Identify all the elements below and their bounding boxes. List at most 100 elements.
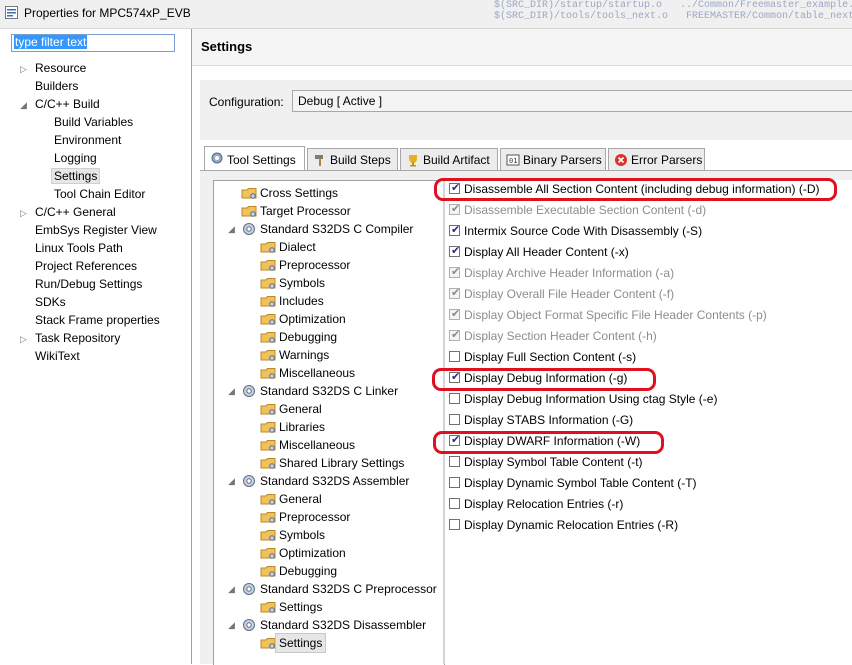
collapse-arrow-icon[interactable]: ◢ <box>228 225 236 234</box>
tool-tree-item-symbols[interactable]: Symbols <box>279 274 325 292</box>
nav-item-label: Tool Chain Editor <box>54 187 146 201</box>
nav-item-label: Project References <box>35 259 138 273</box>
tool-tree-item-cross-settings[interactable]: Cross Settings <box>260 184 338 202</box>
tool-tree-item-optimization[interactable]: Optimization <box>279 544 346 562</box>
highlight-annotation <box>434 178 837 201</box>
nav-item-c-c-general[interactable]: C/C++ General <box>35 203 116 221</box>
nav-item-label: Resource <box>35 61 87 75</box>
collapse-arrow-icon[interactable]: ◢ <box>228 387 236 396</box>
folder-gear-icon <box>260 293 276 309</box>
nav-item-build-variables[interactable]: Build Variables <box>54 113 133 131</box>
nav-item-task-repository[interactable]: Task Repository <box>35 329 120 347</box>
checkbox-checked[interactable]: ✔ <box>449 224 460 236</box>
checkbox-unchecked[interactable] <box>449 393 460 404</box>
folder-gear-icon <box>260 419 276 435</box>
tab-label: Error Parsers <box>631 153 703 167</box>
checkbox-checked[interactable]: ✔ <box>449 245 460 257</box>
tool-tree-item-debugging[interactable]: Debugging <box>279 328 337 346</box>
nav-item-embsys-register-view[interactable]: EmbSys Register View <box>35 221 157 239</box>
tool-tree-item-debugging[interactable]: Debugging <box>279 562 337 580</box>
expand-arrow-icon[interactable]: ▷ <box>20 209 28 218</box>
tab-label: Build Steps <box>330 153 391 167</box>
nav-item-label: C/C++ Build <box>35 97 100 111</box>
tool-tree-item-miscellaneous[interactable]: Miscellaneous <box>279 436 355 454</box>
tool-tree-item-target-processor[interactable]: Target Processor <box>260 202 351 220</box>
nav-item-logging[interactable]: Logging <box>54 149 97 167</box>
option-label: Display Object Format Specific File Head… <box>464 308 767 322</box>
tab-tool-settings[interactable]: Tool Settings <box>204 146 305 170</box>
tool-tree-item-general[interactable]: General <box>279 400 322 418</box>
tab-binary-parsers[interactable]: 01 Binary Parsers <box>500 148 606 170</box>
tool-tree-item-preprocessor[interactable]: Preprocessor <box>279 508 350 526</box>
tool-tree-item-settings[interactable]: Settings <box>274 633 327 653</box>
tool-tree-item-preprocessor[interactable]: Preprocessor <box>279 256 350 274</box>
nav-item-environment[interactable]: Environment <box>54 131 121 149</box>
checkbox-unchecked[interactable] <box>449 477 460 488</box>
checkmark-icon: ✔ <box>451 287 461 299</box>
background-editor-text: $(SRC_DIR)/startup/startup.o ../Common/F… <box>440 0 852 22</box>
option-label: Display Relocation Entries (-r) <box>464 497 624 511</box>
folder-gear-icon <box>241 203 257 219</box>
configuration-label: Configuration: <box>209 95 284 109</box>
tool-tree-item-miscellaneous[interactable]: Miscellaneous <box>279 364 355 382</box>
nav-item-resource[interactable]: Resource <box>35 59 86 77</box>
nav-item-label: EmbSys Register View <box>35 223 157 237</box>
tab-build-steps[interactable]: Build Steps <box>307 148 398 170</box>
checkbox-unchecked[interactable] <box>449 414 460 425</box>
nav-item-wikitext[interactable]: WikiText <box>35 347 80 365</box>
tool-tree-item-warnings[interactable]: Warnings <box>279 346 329 364</box>
folder-gear-icon <box>260 347 276 363</box>
tab-error-parsers[interactable]: Error Parsers <box>608 148 705 170</box>
tool-tree-item-includes[interactable]: Includes <box>279 292 324 310</box>
nav-item-settings[interactable]: Settings <box>50 167 101 185</box>
tool-tree-item-shared-library-settings[interactable]: Shared Library Settings <box>279 454 404 472</box>
checkbox-unchecked[interactable] <box>449 519 460 530</box>
checkbox-unchecked[interactable] <box>449 498 460 509</box>
folder-gear-icon <box>260 365 276 381</box>
checkbox-checked[interactable]: ✔ <box>449 266 460 278</box>
nav-item-tool-chain-editor[interactable]: Tool Chain Editor <box>54 185 145 203</box>
nav-item-linux-tools-path[interactable]: Linux Tools Path <box>35 239 123 257</box>
nav-item-stack-frame-properties[interactable]: Stack Frame properties <box>35 311 160 329</box>
tool-tree-item-standard-s32ds-disassembler[interactable]: Standard S32DS Disassembler <box>260 616 426 634</box>
tool-tree-item-libraries[interactable]: Libraries <box>279 418 325 436</box>
configuration-select[interactable]: Debug [ Active ] <box>292 90 852 112</box>
option-label: Display Section Header Content (-h) <box>464 329 657 343</box>
nav-item-c-c-build[interactable]: C/C++ Build <box>35 95 100 113</box>
checkbox-unchecked[interactable] <box>449 351 460 362</box>
gear-icon <box>241 473 257 489</box>
gear-icon <box>241 221 257 237</box>
collapse-arrow-icon[interactable]: ◢ <box>228 621 236 630</box>
folder-gear-icon <box>260 635 276 651</box>
checkbox-checked[interactable]: ✔ <box>449 308 460 320</box>
checkbox-unchecked[interactable] <box>449 456 460 467</box>
tool-tree-item-standard-s32ds-assembler[interactable]: Standard S32DS Assembler <box>260 472 409 490</box>
tool-tree-item-optimization[interactable]: Optimization <box>279 310 346 328</box>
nav-item-sdks[interactable]: SDKs <box>35 293 66 311</box>
collapse-arrow-icon[interactable]: ◢ <box>228 477 236 486</box>
expand-arrow-icon[interactable]: ▷ <box>20 335 28 344</box>
option-label: Disassemble Executable Section Content (… <box>464 203 707 217</box>
checkbox-checked[interactable]: ✔ <box>449 287 461 299</box>
tool-tree-item-standard-s32ds-c-linker[interactable]: Standard S32DS C Linker <box>260 382 398 400</box>
nav-item-label: Builders <box>35 79 79 93</box>
nav-item-label: SDKs <box>35 295 66 309</box>
option-label: Display Debug Information Using ctag Sty… <box>464 392 718 406</box>
option-label: Display STABS Information (-G) <box>464 413 634 427</box>
expand-arrow-icon[interactable]: ▷ <box>20 65 28 74</box>
collapse-arrow-icon[interactable]: ◢ <box>228 585 236 594</box>
tool-tree-item-dialect[interactable]: Dialect <box>279 238 316 256</box>
tool-tree-item-standard-s32ds-c-compiler[interactable]: Standard S32DS C Compiler <box>260 220 413 238</box>
nav-item-run-debug-settings[interactable]: Run/Debug Settings <box>35 275 142 293</box>
collapse-arrow-icon[interactable]: ◢ <box>20 101 28 110</box>
nav-item-project-references[interactable]: Project References <box>35 257 137 275</box>
checkbox-checked[interactable]: ✔ <box>449 329 460 341</box>
filter-input[interactable]: type filter text <box>11 34 175 52</box>
checkbox-checked[interactable]: ✔ <box>449 203 460 215</box>
nav-item-builders[interactable]: Builders <box>35 77 78 95</box>
tab-build-artifact[interactable]: Build Artifact <box>400 148 498 170</box>
tool-tree-item-standard-s32ds-c-preprocessor[interactable]: Standard S32DS C Preprocessor <box>260 580 437 598</box>
tool-tree-item-settings[interactable]: Settings <box>279 598 322 616</box>
tool-tree-item-symbols[interactable]: Symbols <box>279 526 325 544</box>
tool-tree-item-general[interactable]: General <box>279 490 322 508</box>
